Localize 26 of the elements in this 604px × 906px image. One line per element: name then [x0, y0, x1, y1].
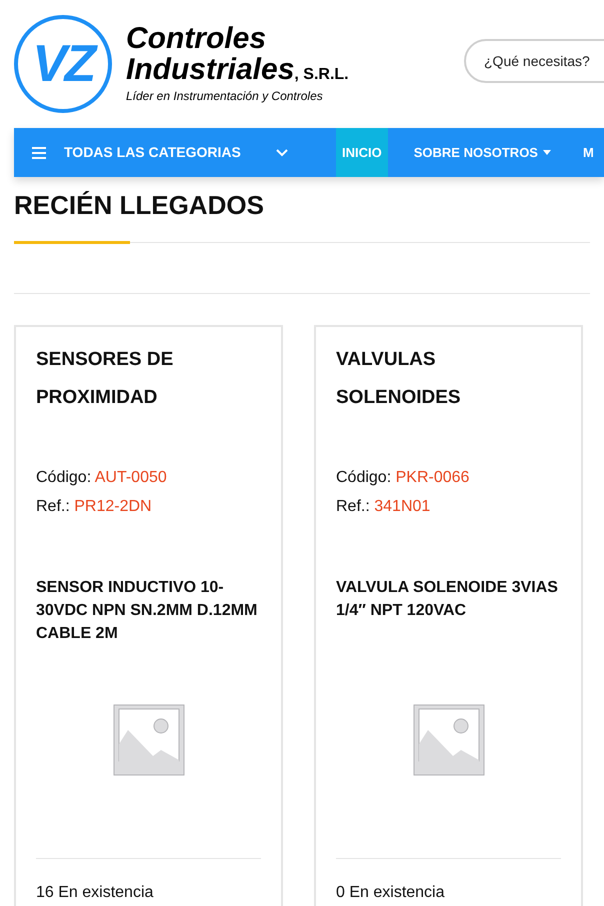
image-placeholder-icon: [112, 704, 184, 776]
company-name: Industriales: [126, 54, 294, 86]
logo-mark: VZ: [14, 15, 112, 113]
product-code: Código: AUT-0050: [36, 468, 168, 488]
nav-link[interactable]: INICIO: [336, 128, 388, 177]
image-placeholder-icon: [412, 704, 484, 776]
caret-icon: [542, 150, 551, 155]
company-name: Controles: [126, 24, 268, 54]
company-tagline: Líder en Instrumentación y Controles: [126, 88, 324, 104]
product-description: SENSOR INDUCTIVO 10-30VDC NPN SN.2MM D.12MM CABLE 2M: [36, 578, 258, 644]
chevron-down-icon: [276, 148, 288, 156]
search-field[interactable]: ¿Qué necesitas?: [464, 39, 604, 83]
company-suffix: , S.R.L.: [294, 64, 349, 84]
product-description: VALVULA SOLENOIDE 3VIAS 1/4″ NPT 120VAC: [336, 578, 559, 621]
categories-menu[interactable]: TODAS LAS CATEGORIAS: [14, 128, 306, 177]
product-code: Código: PKR-0066: [336, 468, 470, 488]
product-ref: Ref.: 341N01: [336, 497, 432, 517]
nav-link[interactable]: M: [576, 128, 600, 177]
product-ref: Ref.: PR12-2DN: [36, 497, 153, 517]
nav-link[interactable]: SOBRE NOSOTROS: [408, 128, 557, 177]
stock-status: 16 En existencia: [36, 883, 154, 903]
stock-status: 0 En existencia: [336, 883, 446, 903]
product-category: SENSORES DE PROXIMIDAD: [36, 348, 174, 410]
menu-icon: [32, 146, 46, 158]
product-category: VALVULAS SOLENOIDES: [336, 348, 462, 410]
section-title: RECIÉN LLEGADOS: [14, 189, 265, 221]
